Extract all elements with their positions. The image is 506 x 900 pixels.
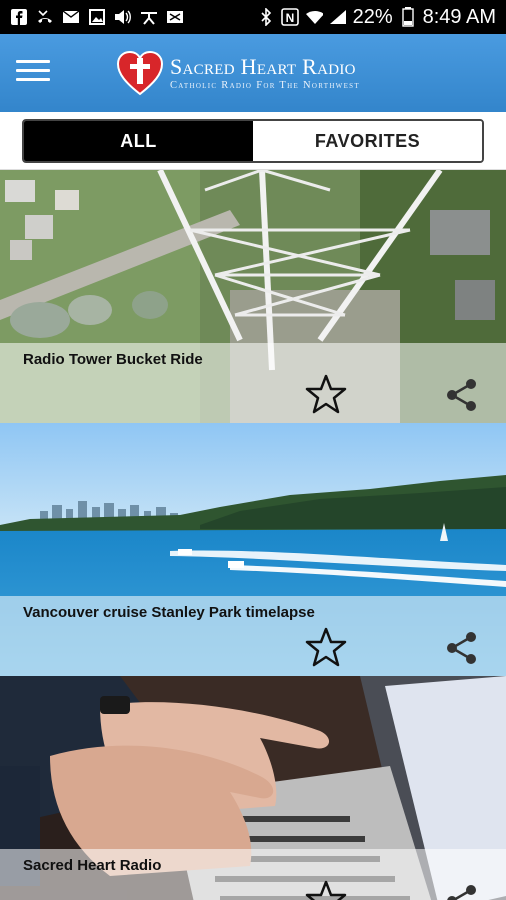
share-icon[interactable] — [444, 377, 480, 413]
card-title: Sacred Heart Radio — [23, 857, 162, 874]
signal-icon — [329, 9, 347, 25]
logo-subtitle: Catholic Radio For The Northwest — [170, 80, 360, 91]
facebook-icon — [10, 9, 28, 25]
tab-all[interactable]: ALL — [24, 121, 253, 161]
app-header: Sacred Heart Radio Catholic Radio For Th… — [0, 34, 506, 112]
tab-favorites[interactable]: FAVORITES — [253, 121, 482, 161]
battery-icon — [399, 7, 417, 27]
share-icon[interactable] — [444, 883, 480, 900]
svg-text:N: N — [285, 11, 294, 25]
feed-card[interactable]: Radio Tower Bucket Ride — [0, 170, 506, 423]
card-caption-bar: Radio Tower Bucket Ride — [0, 343, 506, 423]
card-title: Vancouver cruise Stanley Park timelapse — [23, 604, 315, 621]
feed-card[interactable]: Sacred Heart Radio — [0, 676, 506, 900]
card-title: Radio Tower Bucket Ride — [23, 351, 203, 368]
card-caption-bar: Vancouver cruise Stanley Park timelapse — [0, 596, 506, 676]
logo-title: Sacred Heart Radio — [170, 54, 356, 79]
battery-percent: 22% — [352, 5, 393, 28]
feed-card[interactable]: Vancouver cruise Stanley Park timelapse — [0, 423, 506, 676]
app-logo: Sacred Heart Radio Catholic Radio For Th… — [116, 44, 406, 104]
star-outline-icon[interactable] — [305, 879, 347, 900]
nfc-icon: N — [280, 8, 299, 26]
share-icon[interactable] — [444, 630, 480, 666]
tab-bar: ALL FAVORITES — [0, 112, 506, 170]
star-outline-icon[interactable] — [305, 626, 347, 668]
heart-cross-icon — [116, 50, 164, 96]
missed-call-icon — [36, 9, 54, 25]
message-icon — [166, 9, 184, 25]
image-icon — [88, 9, 106, 25]
mail-icon — [62, 9, 80, 25]
card-caption-bar: Sacred Heart Radio — [0, 849, 506, 900]
accessibility-icon — [140, 9, 158, 25]
star-outline-icon[interactable] — [305, 373, 347, 415]
wifi-icon — [305, 9, 323, 25]
video-feed: Radio Tower Bucket Ride Vancouver cruise… — [0, 170, 506, 900]
bluetooth-icon — [257, 8, 275, 26]
clock: 8:49 AM — [422, 5, 496, 28]
segmented-control: ALL FAVORITES — [22, 119, 484, 163]
hamburger-menu-icon[interactable] — [16, 60, 50, 88]
status-bar: N 22% 8:49 AM — [0, 0, 506, 34]
volume-icon — [114, 9, 132, 25]
